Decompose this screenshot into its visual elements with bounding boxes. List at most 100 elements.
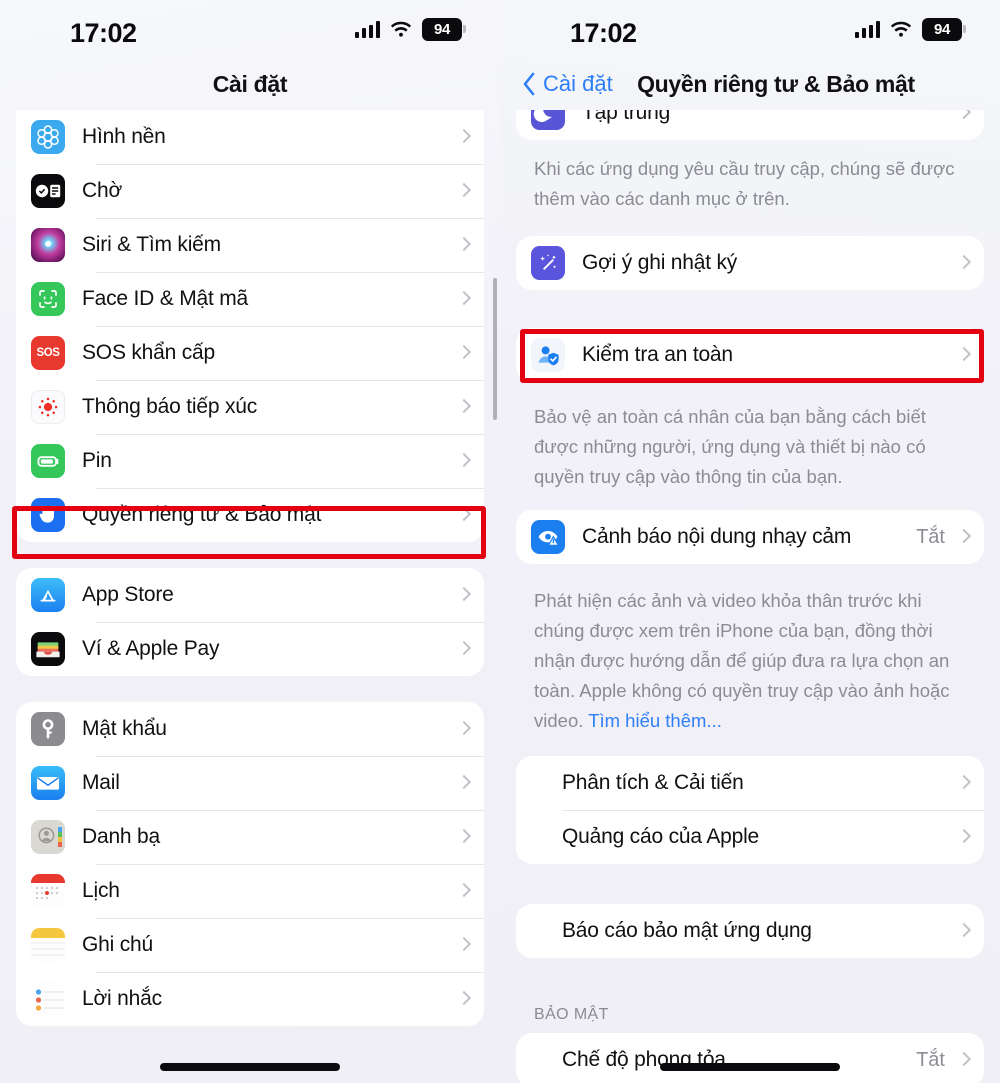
- focus-icon: [531, 110, 565, 130]
- chevron-right-icon: [959, 110, 970, 123]
- home-indicator: [660, 1063, 840, 1071]
- chevron-right-icon: [459, 344, 470, 363]
- sidebar-item-passwords[interactable]: Mật khẩu: [16, 702, 484, 756]
- sidebar-item-notes[interactable]: Ghi chú: [16, 918, 484, 972]
- list-item-focus[interactable]: Tập trung: [516, 110, 984, 140]
- chevron-right-icon: [959, 346, 970, 365]
- sidebar-item-label: Pin: [82, 449, 112, 472]
- reminders-icon: [31, 982, 65, 1016]
- list-item-sensitive-content-warning[interactable]: Cảnh báo nội dung nhạy cảm Tắt: [516, 510, 984, 564]
- chevron-right-icon: [459, 990, 470, 1009]
- group-safety-check: Kiểm tra an toàn: [516, 328, 984, 382]
- left-phone-settings-screen: 17:02 94 Cài đặt Hình nền Chờ Siri & Tìm…: [0, 0, 500, 1083]
- back-button[interactable]: Cài đặt: [522, 71, 613, 97]
- sidebar-item-standby[interactable]: Chờ: [16, 164, 484, 218]
- chevron-right-icon: [459, 452, 470, 471]
- chevron-right-icon: [459, 236, 470, 255]
- sidebar-item-mail[interactable]: Mail: [16, 756, 484, 810]
- cellular-bars-icon: [354, 21, 380, 38]
- chevron-right-icon: [959, 774, 970, 793]
- chevron-right-icon: [459, 828, 470, 847]
- learn-more-link[interactable]: Tìm hiểu thêm...: [588, 710, 722, 731]
- scroll-indicator[interactable]: [493, 278, 497, 420]
- sidebar-item-label: Quyền riêng tư & Bảo mật: [82, 503, 322, 526]
- sidebar-item-wallpaper[interactable]: Hình nền: [16, 110, 484, 164]
- chevron-right-icon: [459, 586, 470, 605]
- sensitive-content-warning-icon: [531, 520, 565, 554]
- sidebar-item-battery[interactable]: Pin: [16, 434, 484, 488]
- list-item-value: Tắt: [916, 525, 945, 548]
- sidebar-item-label: Chờ: [82, 179, 123, 202]
- sidebar-item-contacts[interactable]: Danh bạ: [16, 810, 484, 864]
- privacy-list[interactable]: Tập trung Khi các ứng dụng yêu cầu truy …: [500, 110, 1000, 1083]
- page-title: Cài đặt: [212, 70, 288, 97]
- page-title: Quyền riêng tư & Bảo mật: [637, 70, 915, 97]
- wifi-icon: [389, 21, 413, 39]
- app-store-icon: [31, 578, 65, 612]
- chevron-right-icon: [959, 1051, 970, 1070]
- cellular-bars-icon: [854, 21, 880, 38]
- footnote-access-categories: Khi các ứng dụng yêu cầu truy cập, chúng…: [534, 158, 955, 209]
- sidebar-item-app-store[interactable]: App Store: [16, 568, 484, 622]
- safety-check-icon: [531, 338, 565, 372]
- wallet-icon: [31, 632, 65, 666]
- passwords-key-icon: [31, 712, 65, 746]
- chevron-right-icon: [459, 506, 470, 525]
- siri-icon: [31, 228, 65, 262]
- list-item-analytics-improvements[interactable]: Phân tích & Cải tiến: [516, 756, 984, 810]
- contacts-icon: [31, 820, 65, 854]
- chevron-right-icon: [459, 640, 470, 659]
- sidebar-item-label: Mail: [82, 771, 120, 794]
- chevron-right-icon: [959, 528, 970, 547]
- nav-bar-right: Cài đặt Quyền riêng tư & Bảo mật: [500, 58, 1000, 110]
- sidebar-item-label: Hình nền: [82, 125, 166, 148]
- list-item-journaling-suggestions[interactable]: Gợi ý ghi nhật ký: [516, 236, 984, 290]
- chevron-right-icon: [459, 936, 470, 955]
- home-indicator: [160, 1063, 340, 1071]
- chevron-right-icon: [459, 720, 470, 739]
- wifi-icon: [889, 21, 913, 39]
- list-item-label: Tập trung: [582, 110, 671, 124]
- sidebar-item-reminders[interactable]: Lời nhắc: [16, 972, 484, 1026]
- sidebar-item-calendar[interactable]: Lịch: [16, 864, 484, 918]
- list-item-label: Cảnh báo nội dung nhạy cảm: [582, 525, 852, 548]
- right-phone-privacy-screen: 17:02 94 Cài đặt Quyền riêng tư & Bảo mậ…: [500, 0, 1000, 1083]
- footnote-sensitive-content: Phát hiện các ảnh và video khỏa thân trư…: [516, 580, 984, 736]
- list-item-label: Quảng cáo của Apple: [562, 825, 760, 848]
- group-focus-partial: Tập trung: [516, 110, 984, 140]
- exposure-notification-icon: [31, 390, 65, 424]
- sidebar-item-siri[interactable]: Siri & Tìm kiếm: [16, 218, 484, 272]
- list-item-app-privacy-report[interactable]: Báo cáo bảo mật ứng dụng: [516, 904, 984, 958]
- sos-icon: SOS: [31, 336, 65, 370]
- footnote-safety-check: Bảo vệ an toàn cá nhân của bạn bằng cách…: [534, 406, 926, 487]
- list-item-apple-advertising[interactable]: Quảng cáo của Apple: [516, 810, 984, 864]
- status-bar-right: 17:02 94: [500, 0, 1000, 58]
- chevron-left-icon: [522, 72, 536, 96]
- sidebar-item-exposure-notifications[interactable]: Thông báo tiếp xúc: [16, 380, 484, 434]
- side-by-side-screenshots: 17:02 94 Cài đặt Hình nền Chờ Siri & Tìm…: [0, 0, 1000, 1083]
- group-personalization: Hình nền Chờ Siri & Tìm kiếm Face ID & M…: [16, 110, 484, 542]
- list-item-label: Phân tích & Cải tiến: [562, 771, 744, 794]
- chevron-right-icon: [959, 922, 970, 941]
- nav-bar-left: Cài đặt: [0, 58, 500, 110]
- group-apps: Mật khẩu Mail Danh bạ Lịch Ghi chú Lời n…: [16, 702, 484, 1026]
- chevron-right-icon: [459, 398, 470, 417]
- list-item-lockdown-mode[interactable]: Chế độ phong tỏa Tắt: [516, 1033, 984, 1083]
- sidebar-item-privacy-security[interactable]: Quyền riêng tư & Bảo mật: [16, 488, 484, 542]
- chevron-right-icon: [459, 882, 470, 901]
- sidebar-item-wallet-apple-pay[interactable]: Ví & Apple Pay: [16, 622, 484, 676]
- battery-percent: 94: [433, 21, 451, 38]
- settings-list-left[interactable]: Hình nền Chờ Siri & Tìm kiếm Face ID & M…: [0, 110, 500, 1026]
- list-item-safety-check[interactable]: Kiểm tra an toàn: [516, 328, 984, 382]
- chevron-right-icon: [959, 254, 970, 273]
- chevron-right-icon: [459, 774, 470, 793]
- list-item-label: Kiểm tra an toàn: [582, 343, 733, 366]
- group-journaling: Gợi ý ghi nhật ký: [516, 236, 984, 290]
- sidebar-item-face-id[interactable]: Face ID & Mật mã: [16, 272, 484, 326]
- standby-icon: [31, 174, 65, 208]
- list-item-label: Gợi ý ghi nhật ký: [582, 251, 738, 274]
- chevron-right-icon: [959, 828, 970, 847]
- chevron-right-icon: [459, 128, 470, 147]
- sidebar-item-emergency-sos[interactable]: SOS SOS khẩn cấp: [16, 326, 484, 380]
- battery-percent: 94: [933, 21, 951, 38]
